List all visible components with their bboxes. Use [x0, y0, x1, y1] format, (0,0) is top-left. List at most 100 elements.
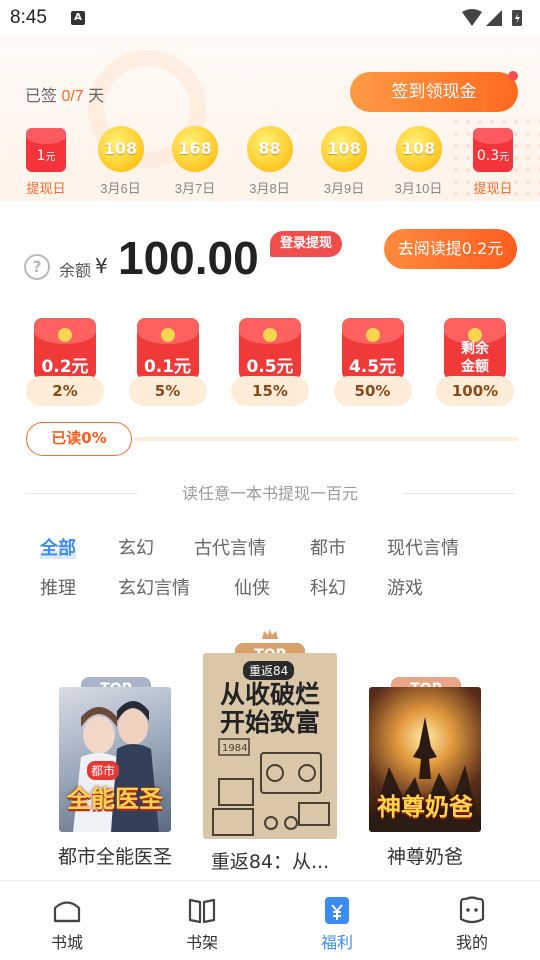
red-packet-icon: 0.3元 — [473, 128, 513, 172]
nav-tab-welfare[interactable]: 福利 — [297, 893, 377, 953]
checkin-day[interactable]: 108 3月6日 — [85, 126, 157, 197]
sign-in-button-label: 签到领现金 — [391, 82, 477, 102]
divider-right — [403, 493, 515, 494]
coin-icon: 108 — [97, 126, 144, 172]
coin-icon: 88 — [246, 126, 293, 172]
category-tab[interactable]: 仙侠 — [234, 574, 270, 600]
red-packet-icon: 0.5元 — [239, 318, 301, 380]
wifi-icon — [462, 9, 482, 26]
checkin-day[interactable]: 1元提现日 — [10, 126, 82, 197]
book-title: 都市全能医圣 — [57, 846, 172, 868]
read-progress-track — [134, 437, 518, 441]
book-title: 重返84：从... — [210, 851, 330, 873]
packet-amount: 0.2元 — [41, 357, 89, 377]
red-packet-button — [160, 328, 175, 342]
red-packet-icon: 0.2元 — [34, 318, 96, 380]
red-packet-icon: 剩余 金额 — [444, 318, 506, 380]
checkin-day[interactable]: 88 3月8日 — [234, 126, 306, 197]
red-packet-unit: 元 — [499, 152, 510, 163]
category-label: 游戏 — [387, 578, 423, 599]
checkin-day[interactable]: 168 3月7日 — [159, 126, 231, 197]
ranking-books: TOP 2 全能医圣 都市 都市全能医圣 TOP 1 重返84 从收破烂开始致富 — [0, 625, 540, 881]
red-packet-value: 0.3 — [476, 148, 500, 164]
packet-amount: 0.5元 — [246, 357, 294, 377]
packet-amount: 4.5元 — [348, 357, 397, 377]
nav-tab-label: 福利 — [320, 933, 353, 952]
book-cover: 神尊奶爸 — [369, 687, 481, 832]
checkin-day-label: 3月7日 — [174, 181, 216, 196]
category-tab[interactable]: 都市 — [310, 534, 346, 560]
coin-icon: 108 — [395, 126, 442, 172]
withdraw-packet[interactable]: 0.1元 5% — [128, 318, 208, 406]
category-tab[interactable]: 玄幻言情 — [118, 574, 190, 600]
checkin-day[interactable]: 108 3月10日 — [383, 126, 455, 197]
checkin-days: 1元 提现日 108 3月6日 168 3月7日 88 3月8日 108 3月9日 108 3月10日… — [10, 126, 530, 198]
nav-tab-label: 我的 — [455, 933, 488, 952]
ranking-book-1[interactable]: TOP 1 重返84 从收破烂开始致富 1984 重返84：从... — [195, 629, 345, 874]
category-tab[interactable]: 推理 — [40, 574, 76, 600]
nav-tab-bookshelf[interactable]: 书架 — [162, 893, 242, 953]
red-packet-unit: 元 — [45, 152, 56, 163]
category-tab[interactable]: 玄幻 — [118, 534, 154, 560]
checkin-day[interactable]: 108 3月9日 — [308, 126, 380, 197]
category-label: 都市 — [310, 538, 346, 559]
category-tab[interactable]: 科幻 — [310, 574, 346, 600]
withdraw-packet[interactable]: 剩余 金额 100% — [435, 318, 515, 406]
section-title-text: 读任意一本书提现一百元 — [181, 484, 358, 503]
packet-amount: 0.1元 — [143, 357, 192, 377]
category-label: 仙侠 — [234, 578, 270, 599]
checkin-day[interactable]: 0.3元 提现日 — [457, 126, 529, 197]
red-packet-flap — [473, 128, 513, 144]
category-label: 全部 — [40, 538, 76, 559]
notification-a-icon: A — [71, 11, 85, 25]
packet-percent: 2% — [26, 376, 104, 406]
category-tab[interactable]: 现代言情 — [387, 534, 459, 560]
category-label: 科幻 — [310, 578, 346, 599]
coin-icon: 108 — [321, 126, 367, 172]
nav-tab-bookstore[interactable]: 书城 — [27, 893, 107, 953]
cover-title: 神尊奶爸 — [377, 793, 473, 821]
divider-left — [25, 493, 137, 494]
login-withdraw-tag[interactable]: 登录提现 — [270, 231, 343, 257]
red-packet-button — [58, 328, 72, 342]
checkin-day-label: 3月10日 — [394, 181, 443, 196]
bottom-navigation: 书城 书架 福利 我的 — [0, 880, 540, 960]
coin-icon: 168 — [172, 126, 218, 172]
question-icon[interactable]: ? — [24, 254, 50, 280]
signed-prefix: 已签 — [25, 88, 62, 105]
category-tab[interactable]: 全部 — [40, 534, 76, 560]
crown-icon — [262, 629, 278, 639]
withdraw-packets: 0.2元 2% 0.1元 5% 0.5元 15% 4.5元 50% 剩余 金额 100% — [0, 318, 540, 418]
balance-value: 100.00 — [118, 232, 259, 284]
book-title: 神尊奶爸 — [386, 846, 463, 868]
category-tab[interactable]: 游戏 — [387, 574, 423, 600]
nav-tab-label: 书城 — [50, 933, 83, 952]
cover-subtitle: 都市 — [87, 761, 120, 780]
category-label: 玄幻 — [118, 538, 154, 559]
sign-in-button[interactable]: 签到领现金 — [350, 71, 518, 112]
checkin-day-label: 提现日 — [26, 181, 66, 196]
ranking-book-2[interactable]: TOP 2 全能医圣 都市 都市全能医圣 — [40, 677, 190, 869]
red-packet-amount: 1元 — [26, 148, 66, 164]
withdraw-packet[interactable]: 0.5元 15% — [230, 318, 310, 406]
category-tab[interactable]: 古代言情 — [194, 534, 266, 560]
bookstore-icon — [50, 893, 84, 927]
category-label: 推理 — [40, 578, 76, 599]
ranking-book-3[interactable]: TOP 3 神尊奶爸 神尊奶爸 — [350, 677, 500, 869]
red-packet-button — [365, 328, 380, 342]
read-withdraw-button[interactable]: 去阅读提0.2元 — [384, 229, 517, 269]
packet-percent: 50% — [333, 376, 412, 406]
checkin-day-label: 3月9日 — [323, 181, 365, 196]
withdraw-packet[interactable]: 4.5元 50% — [333, 318, 413, 406]
packet-percent: 100% — [436, 376, 514, 406]
withdraw-packet[interactable]: 0.2元 2% — [25, 318, 105, 406]
profile-icon — [455, 893, 489, 927]
red-packet-icon: 0.1元 — [136, 318, 199, 380]
status-time: 8:45 — [10, 7, 47, 28]
category-label: 现代言情 — [387, 538, 459, 559]
red-packet-amount: 0.3元 — [473, 148, 513, 164]
checkin-day-label: 3月8日 — [249, 181, 290, 196]
cover-art: 1984 — [212, 738, 330, 836]
red-packet-icon: 1元 — [26, 128, 66, 172]
nav-tab-profile[interactable]: 我的 — [432, 893, 512, 953]
